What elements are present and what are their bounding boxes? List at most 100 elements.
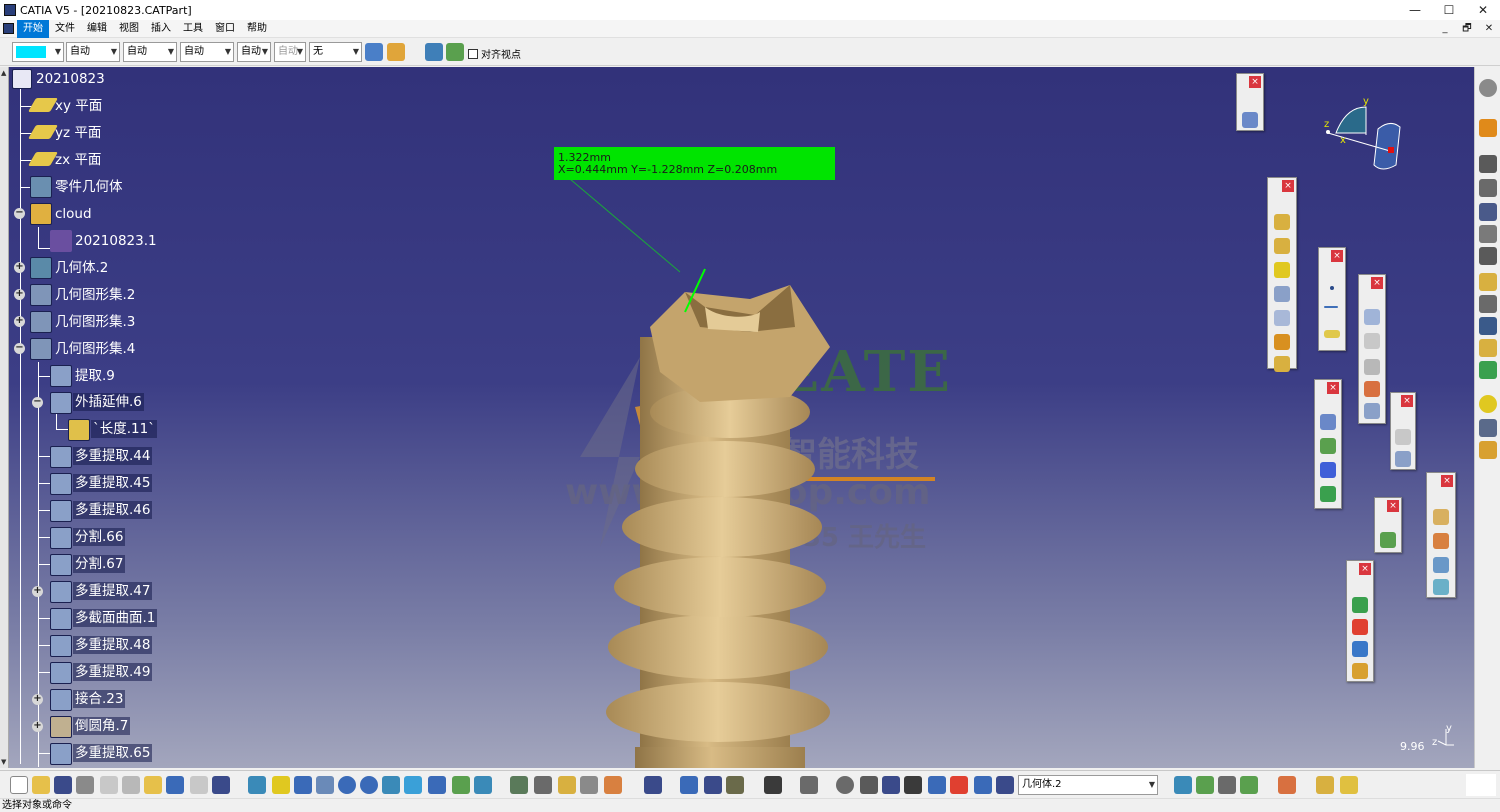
line-type-combo[interactable]: 自动 ▼ bbox=[180, 42, 234, 62]
shading-icon[interactable] bbox=[428, 776, 446, 794]
sketch-icon[interactable] bbox=[1479, 155, 1497, 173]
blend-icon[interactable] bbox=[1274, 356, 1290, 372]
palette-close-icon[interactable]: × bbox=[1401, 395, 1413, 407]
menu-start[interactable]: 开始 bbox=[17, 19, 49, 38]
menu-view[interactable]: 视图 bbox=[113, 20, 145, 38]
properties-brush-icon[interactable] bbox=[387, 43, 405, 61]
collapse-toggle-icon[interactable]: − bbox=[14, 343, 25, 354]
rotate-icon[interactable] bbox=[316, 776, 334, 794]
select-cursor-icon[interactable] bbox=[1479, 119, 1497, 137]
rendering-combo[interactable]: 自动 ▼ bbox=[274, 42, 306, 62]
minimize-button[interactable]: — bbox=[1398, 0, 1432, 20]
palette-close-icon[interactable]: × bbox=[1282, 180, 1294, 192]
texture-icon[interactable] bbox=[1433, 533, 1449, 549]
scale-icon[interactable] bbox=[904, 776, 922, 794]
measure-icon[interactable] bbox=[1320, 486, 1336, 502]
material-icon[interactable] bbox=[1433, 509, 1449, 525]
measure-between-icon[interactable] bbox=[510, 776, 528, 794]
palette-close-icon[interactable]: × bbox=[1331, 250, 1343, 262]
sphere-icon[interactable] bbox=[1479, 395, 1497, 413]
gear-icon[interactable] bbox=[1479, 79, 1497, 97]
palette-close-icon[interactable]: × bbox=[1387, 500, 1399, 512]
connect-check-icon[interactable] bbox=[1320, 414, 1336, 430]
expand-toggle-icon[interactable]: + bbox=[32, 694, 43, 705]
open-folder-icon[interactable] bbox=[32, 776, 50, 794]
fillet-icon[interactable] bbox=[1364, 381, 1380, 397]
grid-icon[interactable] bbox=[1218, 776, 1236, 794]
offset-icon[interactable] bbox=[1274, 286, 1290, 302]
extract-icon[interactable] bbox=[1364, 359, 1380, 375]
tree-scrollbar[interactable]: ▲ ▼ bbox=[0, 67, 9, 768]
join-icon[interactable] bbox=[1364, 309, 1380, 325]
transparency-combo[interactable]: 自动 ▼ bbox=[66, 42, 120, 62]
menu-window[interactable]: 窗口 bbox=[209, 20, 241, 38]
render-palette[interactable]: × bbox=[1426, 472, 1456, 598]
sync-icon[interactable] bbox=[680, 776, 698, 794]
curvature-icon[interactable] bbox=[1320, 438, 1336, 454]
print-icon[interactable] bbox=[76, 776, 94, 794]
scene-icon[interactable] bbox=[1433, 557, 1449, 573]
axis-system-icon[interactable] bbox=[882, 776, 900, 794]
transform-icon[interactable] bbox=[1364, 403, 1380, 419]
cloud-import-icon[interactable] bbox=[1352, 597, 1368, 613]
camera-icon[interactable] bbox=[764, 776, 782, 794]
mesh-icon[interactable] bbox=[1479, 203, 1497, 221]
edit-icon[interactable] bbox=[1479, 295, 1497, 313]
painter-icon[interactable] bbox=[365, 43, 383, 61]
collapse-toggle-icon[interactable]: − bbox=[32, 397, 43, 408]
color-combo[interactable]: ▼ bbox=[12, 42, 64, 62]
align-view-icon[interactable] bbox=[446, 43, 464, 61]
section-icon[interactable] bbox=[1479, 247, 1497, 265]
doc-restore-button[interactable]: 🗗 bbox=[1456, 19, 1478, 39]
material-icon[interactable] bbox=[1479, 441, 1497, 459]
measure-item-icon[interactable] bbox=[534, 776, 552, 794]
menu-file[interactable]: 文件 bbox=[49, 20, 81, 38]
render-icon[interactable] bbox=[1479, 419, 1497, 437]
mesh-icon[interactable] bbox=[1352, 641, 1368, 657]
pattern-icon[interactable] bbox=[1395, 429, 1411, 445]
hand-icon[interactable] bbox=[860, 776, 878, 794]
fly-mode-icon[interactable] bbox=[248, 776, 266, 794]
sphere-icon[interactable] bbox=[1274, 262, 1290, 278]
zoom-out-icon[interactable] bbox=[360, 776, 378, 794]
new-file-icon[interactable] bbox=[10, 776, 28, 794]
layer-combo[interactable]: 无 ▼ bbox=[309, 42, 362, 62]
menu-help[interactable]: 帮助 bbox=[241, 20, 273, 38]
maximize-button[interactable]: ☐ bbox=[1432, 0, 1466, 20]
menu-edit[interactable]: 编辑 bbox=[81, 20, 113, 38]
offset-icon[interactable] bbox=[1479, 317, 1497, 335]
point-type-combo[interactable]: 自动 ▼ bbox=[237, 42, 271, 62]
swap-space-icon[interactable] bbox=[474, 776, 492, 794]
cut-icon[interactable] bbox=[100, 776, 118, 794]
palette-close-icon[interactable]: × bbox=[1249, 76, 1261, 88]
point-icon[interactable] bbox=[1330, 286, 1334, 290]
wireframe-palette[interactable]: × bbox=[1318, 247, 1346, 351]
cylinder-icon[interactable] bbox=[1479, 225, 1497, 243]
trim-icon[interactable] bbox=[1364, 333, 1380, 349]
line-icon[interactable] bbox=[1324, 306, 1338, 308]
hide-show-icon[interactable] bbox=[452, 776, 470, 794]
grid-icon[interactable] bbox=[1320, 462, 1336, 478]
menu-tools[interactable]: 工具 bbox=[177, 20, 209, 38]
blend-icon[interactable] bbox=[1479, 339, 1497, 357]
expand-toggle-icon[interactable]: + bbox=[14, 316, 25, 327]
flatten-icon[interactable] bbox=[1196, 776, 1214, 794]
doc-close-button[interactable]: ✕ bbox=[1478, 19, 1500, 39]
replication-palette[interactable]: × bbox=[1390, 392, 1416, 470]
palette-close-icon[interactable]: × bbox=[1441, 475, 1453, 487]
palette-close-icon[interactable]: × bbox=[1327, 382, 1339, 394]
bottle-icon[interactable] bbox=[726, 776, 744, 794]
reorder-icon[interactable] bbox=[950, 776, 968, 794]
copy-icon[interactable] bbox=[122, 776, 140, 794]
annotation-icon[interactable] bbox=[1380, 532, 1396, 548]
cylinder-icon[interactable] bbox=[928, 776, 946, 794]
cloud-edit-icon[interactable] bbox=[1352, 619, 1368, 635]
align-viewpoint-option[interactable]: 对齐视点 bbox=[468, 46, 521, 61]
point-cloud-icon[interactable] bbox=[1479, 179, 1497, 197]
list-icon[interactable] bbox=[974, 776, 992, 794]
collapse-toggle-icon[interactable]: − bbox=[14, 208, 25, 219]
refresh-icon[interactable] bbox=[836, 776, 854, 794]
measure-inertia-icon[interactable] bbox=[558, 776, 576, 794]
dimension-icon[interactable] bbox=[800, 776, 818, 794]
expand-toggle-icon[interactable]: + bbox=[32, 586, 43, 597]
